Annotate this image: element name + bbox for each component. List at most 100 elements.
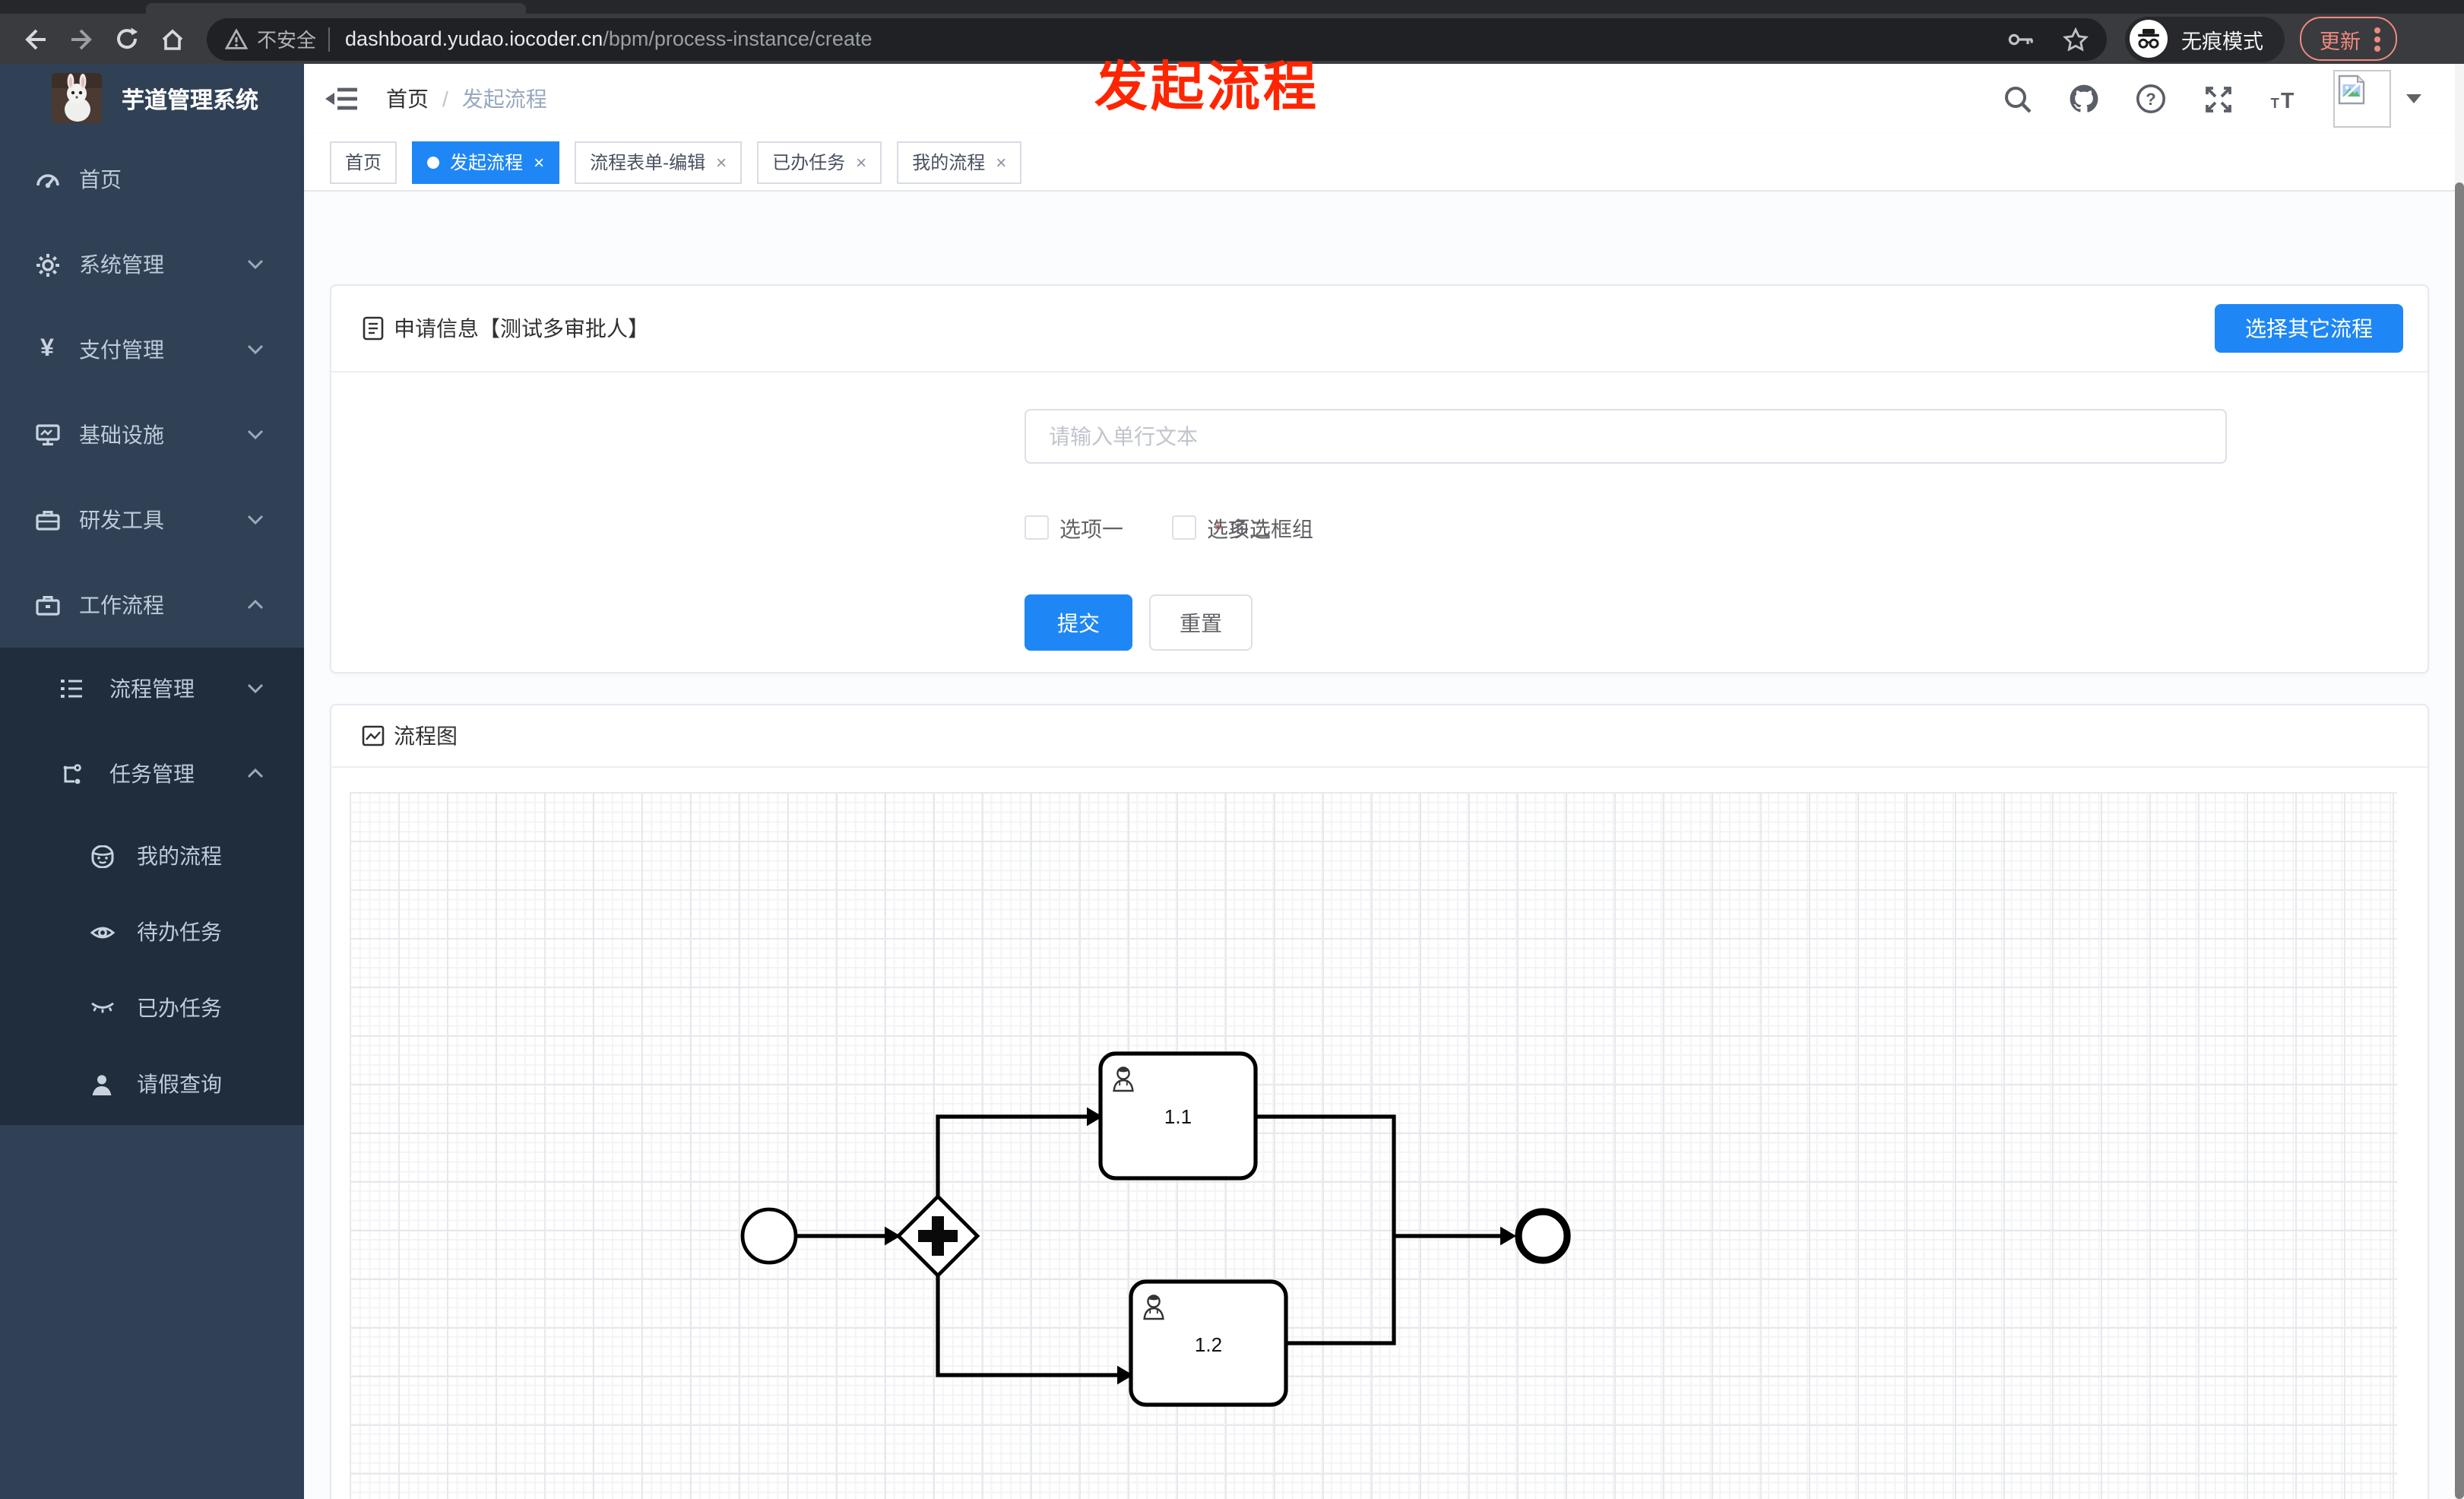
sidebar-logo[interactable]: 芋道管理系统 [0, 70, 304, 137]
face-icon [88, 842, 116, 870]
eye-icon [88, 918, 116, 946]
browser-menu-icon[interactable] [2373, 25, 2382, 52]
bpmn-canvas-grid[interactable]: 1.1 1.2 [350, 792, 2397, 1499]
submit-button[interactable]: 提交 [1025, 594, 1132, 651]
checkbox-option-2-label[interactable]: 选项二 [1207, 514, 1271, 544]
forward-button[interactable] [58, 17, 103, 60]
tab-start-process[interactable]: 发起流程 × [412, 141, 560, 183]
incognito-label: 无痕模式 [2181, 30, 2263, 52]
sidebar-item-done-tasks[interactable]: 已办任务 [0, 970, 304, 1046]
user-icon [88, 1070, 116, 1098]
image-icon [362, 725, 385, 746]
browser-update-button[interactable]: 更新 [2300, 17, 2397, 61]
url-host[interactable]: dashboard.yudao.iocoder.cn [345, 27, 603, 50]
home-button[interactable] [149, 17, 195, 60]
sidebar-toggle-icon[interactable] [325, 85, 359, 113]
avatar[interactable] [2333, 70, 2391, 128]
monitor-icon [33, 421, 61, 448]
sidebar-item-leave-query[interactable]: 请假查询 [0, 1046, 304, 1122]
dashboard-icon [33, 166, 61, 193]
toolbox-icon [33, 506, 61, 534]
fullscreen-icon[interactable] [2203, 84, 2233, 114]
chevron-down-icon [246, 344, 264, 356]
apply-card-header: 申请信息【测试多审批人】 选择其它流程 [331, 286, 2428, 372]
parallel-gateway [895, 1193, 980, 1279]
breadcrumb-separator: / [442, 87, 448, 111]
tab-my-process[interactable]: 我的流程 × [897, 141, 1022, 183]
close-icon[interactable]: × [716, 151, 727, 173]
breadcrumb-home[interactable]: 首页 [386, 84, 429, 114]
sidebar-item-todo-tasks[interactable]: 待办任务 [0, 894, 304, 970]
page-content: 申请信息【测试多审批人】 选择其它流程 *单行文本 请输入单行文本 *多选框组 … [304, 192, 2464, 1499]
sidebar-item-system[interactable]: 系统管理 [0, 222, 304, 307]
font-size-icon[interactable]: TT [2269, 84, 2300, 114]
bpmn-diagram: 1.1 1.2 [740, 1051, 1571, 1407]
breadcrumb: 首页 / 发起流程 [386, 84, 547, 114]
checkbox-option-2[interactable] [1172, 515, 1196, 540]
single-line-input[interactable]: 请输入单行文本 [1025, 409, 2227, 464]
checkbox-option-1[interactable] [1025, 515, 1049, 540]
sidebar: 芋道管理系统 首页 系统管理 ¥ 支付管理 基础设施 研发工具 工作流程 流程管… [0, 64, 304, 1499]
sidebar-item-payment[interactable]: ¥ 支付管理 [0, 307, 304, 392]
url-path[interactable]: /bpm/process-instance/create [603, 27, 872, 50]
input-placeholder: 请输入单行文本 [1049, 424, 1198, 448]
sidebar-item-task-mgmt[interactable]: 任务管理 [0, 736, 304, 812]
incognito-badge: 无痕模式 [2125, 16, 2285, 62]
diagram-card-header: 流程图 [331, 705, 2428, 768]
briefcase-icon [33, 591, 61, 619]
avatar-caret-icon[interactable] [2406, 94, 2421, 103]
browser-active-tab[interactable] [146, 3, 526, 14]
sidebar-item-devtools[interactable]: 研发工具 [0, 477, 304, 563]
security-label[interactable]: 不安全 [257, 24, 316, 53]
reload-button[interactable] [103, 17, 149, 60]
close-icon[interactable]: × [996, 151, 1006, 173]
end-event [1515, 1208, 1571, 1264]
select-other-process-button[interactable]: 选择其它流程 [2215, 304, 2403, 353]
apply-info-card: 申请信息【测试多审批人】 选择其它流程 *单行文本 请输入单行文本 *多选框组 … [330, 284, 2429, 673]
svg-text:T: T [2281, 88, 2294, 113]
annotation-text: 发起流程 [1094, 58, 1320, 117]
back-button[interactable] [12, 17, 58, 60]
chevron-up-icon [246, 599, 264, 611]
bookmark-star-icon[interactable] [2063, 27, 2089, 51]
logo-image [52, 73, 102, 123]
not-secure-icon [225, 28, 248, 49]
close-icon[interactable]: × [856, 151, 866, 173]
checkbox-option-1-label[interactable]: 选项一 [1059, 514, 1123, 544]
broken-image-icon [2338, 74, 2365, 105]
app-window: 芋道管理系统 首页 系统管理 ¥ 支付管理 基础设施 研发工具 工作流程 流程管… [0, 64, 2464, 1499]
tab-form-edit[interactable]: 流程表单-编辑 × [575, 141, 743, 183]
list-icon [58, 675, 85, 702]
breadcrumb-current: 发起流程 [461, 87, 547, 111]
tab-home[interactable]: 首页 [330, 141, 397, 183]
document-icon [363, 316, 384, 341]
sidebar-item-workflow[interactable]: 工作流程 [0, 563, 304, 648]
help-icon[interactable]: ? [2136, 84, 2166, 114]
task-1-2-label: 1.2 [1195, 1333, 1222, 1356]
close-icon[interactable]: × [534, 151, 544, 173]
chevron-down-icon [246, 683, 264, 695]
user-task-1-1: 1.1 [1098, 1051, 1258, 1181]
sidebar-item-infrastructure[interactable]: 基础设施 [0, 392, 304, 477]
sidebar-item-process-mgmt[interactable]: 流程管理 [0, 651, 304, 727]
sidebar-item-my-process[interactable]: 我的流程 [0, 818, 304, 894]
yen-icon: ¥ [40, 336, 54, 362]
chevron-down-icon [246, 429, 264, 441]
password-key-icon[interactable] [2008, 28, 2035, 49]
main-area: 首页 / 发起流程 ? T T 首页 发起流程 × 流程表单-编辑 × 已办任务… [304, 64, 2464, 1499]
tab-done-tasks[interactable]: 已办任务 × [757, 141, 882, 183]
chevron-down-icon [246, 514, 264, 526]
screen: 不安全 dashboard.yudao.iocoder.cn /bpm/proc… [0, 0, 2464, 1499]
page-scrollbar[interactable] [2455, 64, 2464, 1499]
update-label[interactable]: 更新 [2320, 24, 2361, 54]
svg-text:?: ? [2146, 90, 2155, 109]
gear-icon [33, 251, 61, 278]
reset-button[interactable]: 重置 [1149, 594, 1253, 651]
search-icon[interactable] [2002, 84, 2032, 114]
navbar: 首页 / 发起流程 ? T T [304, 64, 2464, 134]
flow-diagram-card: 流程图 1.1 1.2 [330, 704, 2429, 1499]
github-icon[interactable] [2069, 84, 2099, 114]
start-event [740, 1207, 798, 1265]
sidebar-item-home[interactable]: 首页 [0, 137, 304, 222]
scrollbar-thumb[interactable] [2455, 182, 2464, 1499]
